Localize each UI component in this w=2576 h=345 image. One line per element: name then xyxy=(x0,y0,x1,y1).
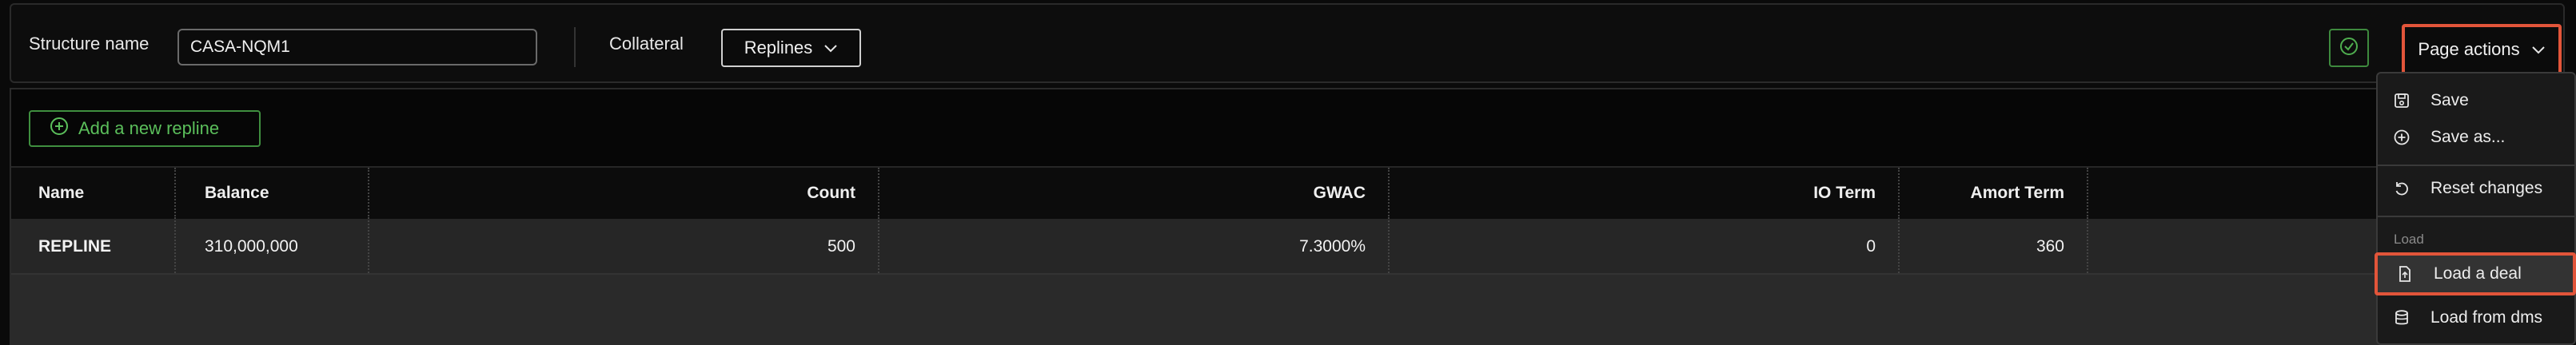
page-actions-menu: Save Save as... Reset changes Load Load … xyxy=(2375,72,2576,345)
cell-name: REPLINE xyxy=(38,237,112,256)
top-toolbar: Structure name Collateral Replines Page … xyxy=(10,3,2565,83)
file-upload-icon xyxy=(2395,264,2415,284)
header-name[interactable]: Name xyxy=(38,168,166,219)
collateral-dropdown-label: Replines xyxy=(744,38,813,58)
header-gwac[interactable]: GWAC xyxy=(875,168,1366,219)
replines-table: Name Balance Count GWAC IO Term Amort Te… xyxy=(11,166,2563,275)
add-repline-label: Add a new repline xyxy=(78,118,220,138)
menu-item-reset-changes[interactable]: Reset changes xyxy=(2378,171,2574,206)
cell-balance: 310,000,000 xyxy=(205,237,298,256)
add-repline-button[interactable]: Add a new repline xyxy=(29,110,261,147)
structure-name-input[interactable] xyxy=(177,29,537,65)
save-icon xyxy=(2392,91,2411,110)
app-root: Structure name Collateral Replines Page … xyxy=(0,0,2576,345)
collateral-label: Collateral xyxy=(609,34,684,54)
plus-circle-icon xyxy=(2392,128,2411,147)
table-row[interactable]: REPLINE 310,000,000 500 7.3000% 0 360 xyxy=(11,220,2563,275)
menu-item-save-as[interactable]: Save as... xyxy=(2378,120,2574,155)
cell-gwac: 7.3000% xyxy=(1299,237,1366,256)
menu-item-load-from-dms[interactable]: Load from dms xyxy=(2378,300,2574,335)
page-actions-button[interactable]: Page actions xyxy=(2402,24,2562,75)
menu-item-label: Reset changes xyxy=(2430,179,2543,197)
menu-item-label: Load from dms xyxy=(2430,308,2543,327)
cell-io-term: 0 xyxy=(1866,237,1876,256)
plus-circle-icon xyxy=(50,117,69,141)
menu-item-label: Save xyxy=(2430,91,2469,109)
menu-item-save[interactable]: Save xyxy=(2378,83,2574,118)
header-io-term[interactable]: IO Term xyxy=(1385,168,1876,219)
cell-amort-term: 360 xyxy=(2036,237,2064,256)
check-circle-icon xyxy=(2339,36,2359,61)
table-header-row: Name Balance Count GWAC IO Term Amort Te… xyxy=(11,166,2563,220)
header-amort-term[interactable]: Amort Term xyxy=(1895,168,2064,219)
menu-divider xyxy=(2378,216,2574,217)
menu-group-label: Load xyxy=(2394,232,2424,247)
menu-item-load-a-deal[interactable]: Load a deal xyxy=(2375,252,2576,295)
menu-item-label: Save as... xyxy=(2430,128,2506,146)
menu-item-label: Load a deal xyxy=(2434,264,2522,283)
validate-button[interactable] xyxy=(2329,29,2369,67)
database-icon xyxy=(2392,308,2411,327)
cell-count: 500 xyxy=(827,237,855,256)
toolbar-divider xyxy=(574,27,576,67)
menu-divider xyxy=(2378,165,2574,166)
structure-name-label: Structure name xyxy=(29,34,150,54)
replines-panel: Add a new repline Name Balance Count GWA… xyxy=(10,88,2565,345)
table-empty-area xyxy=(11,275,2563,345)
header-count[interactable]: Count xyxy=(368,168,855,219)
collateral-dropdown[interactable]: Replines xyxy=(721,29,861,67)
header-balance[interactable]: Balance xyxy=(205,168,365,219)
page-actions-label: Page actions xyxy=(2418,39,2520,59)
chevron-down-icon xyxy=(2531,39,2546,60)
undo-icon xyxy=(2392,179,2411,198)
chevron-down-icon xyxy=(823,38,838,58)
